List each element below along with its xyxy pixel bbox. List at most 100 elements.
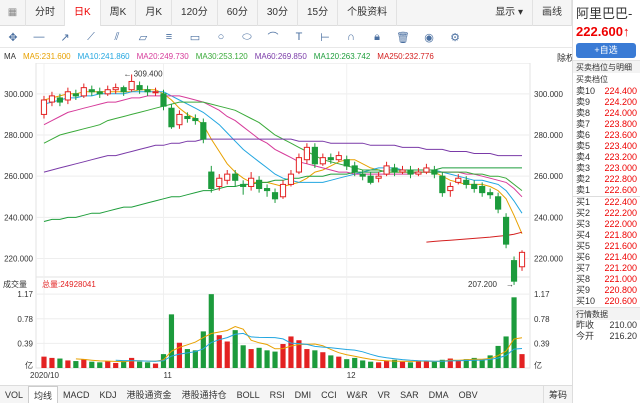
level-price: 224.200 bbox=[604, 97, 637, 107]
level-label: 买3 bbox=[576, 219, 591, 229]
quote-bids-row: 买1 222.400 bbox=[573, 197, 640, 208]
indicator-tab-9[interactable]: CCI bbox=[316, 386, 342, 403]
hide-icon[interactable]: ◉ bbox=[416, 31, 442, 44]
candle-body bbox=[96, 91, 103, 95]
candle-body bbox=[471, 183, 478, 190]
level-label: 买2 bbox=[576, 208, 591, 218]
level-price: 222.000 bbox=[604, 219, 637, 229]
volume-bar bbox=[208, 294, 214, 368]
volume-bar bbox=[232, 330, 238, 368]
volume-bar bbox=[360, 360, 366, 368]
candle-body bbox=[367, 175, 374, 183]
period-tab-bar: ▦ 分时 日K 周K 月K 120分 60分 30分 15分 个股资料 显示 ▾ 画线 bbox=[0, 0, 572, 26]
tab-stock-info[interactable]: 个股资料 bbox=[338, 0, 398, 26]
candle-body bbox=[399, 169, 406, 173]
volume-bar bbox=[376, 362, 382, 368]
tab-period-4[interactable]: 120分 bbox=[172, 0, 218, 26]
candle-body bbox=[327, 157, 334, 161]
move-icon[interactable]: ✥ bbox=[0, 31, 26, 44]
indicator-tab-0[interactable]: VOL bbox=[0, 386, 28, 403]
indicator-tab-7[interactable]: RSI bbox=[265, 386, 290, 403]
volume-bar bbox=[49, 357, 55, 368]
tab-spacer bbox=[397, 0, 486, 26]
candle-body bbox=[112, 87, 119, 91]
level-price: 221.600 bbox=[604, 241, 637, 251]
parallel-icon[interactable]: ⫽ bbox=[104, 31, 130, 44]
volume-bar bbox=[256, 347, 262, 368]
circle-icon[interactable]: ○ bbox=[208, 31, 234, 43]
indicator-tab-4[interactable]: 港股通资金 bbox=[122, 386, 177, 403]
quote-bids-row: 买6 221.400 bbox=[573, 252, 640, 263]
order-book-section-title[interactable]: 买卖档位与明细 bbox=[573, 60, 640, 73]
kline-chart[interactable]: 300.000 300.000 280.000 280.000 260.000 260.0… bbox=[0, 63, 572, 385]
market-data-title[interactable]: 行情数据 bbox=[573, 307, 640, 320]
tab-display[interactable]: 显示 ▾ bbox=[486, 0, 533, 26]
magnet-icon[interactable]: ∩ bbox=[338, 31, 364, 43]
add-watchlist-button[interactable]: +自选 bbox=[576, 43, 636, 58]
channel-icon[interactable]: ▱ bbox=[130, 31, 156, 44]
price-axis-label-left: 280.000 bbox=[4, 131, 33, 140]
volume-axis-label-right: 1.17 bbox=[534, 290, 550, 299]
tab-period-3[interactable]: 月K bbox=[136, 0, 173, 26]
candle-body bbox=[152, 91, 159, 94]
candle-body bbox=[80, 87, 87, 97]
stock-chart-app: ▦ 分时 日K 周K 月K 120分 60分 30分 15分 个股资料 显示 ▾ 画线 ✥ — ↗… bbox=[0, 0, 640, 403]
level-label: 卖1 bbox=[576, 185, 591, 195]
measure-icon[interactable]: ⊢ bbox=[312, 31, 338, 44]
ray-icon[interactable]: ↗ bbox=[52, 31, 78, 44]
grid-menu-icon[interactable]: ▦ bbox=[0, 0, 26, 26]
volume-bar bbox=[65, 360, 71, 368]
fib-icon[interactable]: ≡ bbox=[156, 31, 182, 43]
quote-bids-row: 买2 222.200 bbox=[573, 208, 640, 219]
indicator-tab-3[interactable]: KDJ bbox=[95, 386, 122, 403]
tab-draw-line[interactable]: 画线 bbox=[533, 0, 572, 26]
indicator-tab-1[interactable]: 均线 bbox=[28, 385, 59, 403]
quote-asks-row: 卖5 223.400 bbox=[573, 141, 640, 152]
level-price: 223.200 bbox=[604, 152, 637, 162]
tab-period-1[interactable]: 日K bbox=[65, 0, 101, 26]
ellipse-icon[interactable]: ⬭ bbox=[234, 31, 260, 44]
candle-body bbox=[407, 169, 414, 175]
indicator-tab-12[interactable]: SAR bbox=[395, 386, 424, 403]
candle-body bbox=[439, 175, 446, 194]
volume-axis-label-left: 0.39 bbox=[17, 339, 33, 348]
candle-body bbox=[311, 146, 318, 165]
volume-ma-line-10 bbox=[115, 332, 523, 362]
volume-bar bbox=[89, 361, 95, 368]
price-axis-label-right: 260.000 bbox=[534, 172, 563, 181]
delete-icon[interactable]: 🗑︎ bbox=[390, 31, 416, 44]
candle-body bbox=[463, 179, 470, 185]
line-icon[interactable]: — bbox=[26, 31, 52, 43]
indicator-tab-13[interactable]: DMA bbox=[424, 386, 454, 403]
candle-body bbox=[40, 99, 48, 115]
tab-period-5[interactable]: 60分 bbox=[218, 0, 258, 26]
volume-bar bbox=[113, 362, 119, 368]
indicator-tab-14[interactable]: OBV bbox=[454, 386, 483, 403]
chip-distribution-button[interactable]: 筹码 bbox=[542, 385, 572, 403]
trend-line-icon[interactable]: ⟋ bbox=[78, 31, 104, 44]
rect-icon[interactable]: ▭ bbox=[182, 31, 208, 44]
tab-period-2[interactable]: 周K bbox=[101, 0, 137, 26]
indicator-tab-5[interactable]: 港股通持仓 bbox=[177, 386, 232, 403]
lock-icon[interactable]: 🔒︎ bbox=[364, 31, 390, 44]
volume-legend-label: 成交量 bbox=[3, 279, 27, 289]
text-icon[interactable]: T bbox=[286, 31, 312, 43]
volume-bar bbox=[272, 351, 278, 368]
level-price: 221.000 bbox=[604, 274, 637, 284]
indicator-tab-8[interactable]: DMI bbox=[290, 386, 317, 403]
tab-period-7[interactable]: 15分 bbox=[298, 0, 339, 26]
settings-icon[interactable]: ⚙ bbox=[442, 31, 468, 44]
level-label: 卖7 bbox=[576, 119, 591, 129]
volume-bar bbox=[73, 361, 79, 368]
arc-icon[interactable]: ⌒ bbox=[260, 29, 286, 45]
indicator-tab-11[interactable]: VR bbox=[373, 386, 396, 403]
indicator-spacer bbox=[483, 386, 543, 403]
quote-asks-row: 卖1 222.600 bbox=[573, 185, 640, 196]
indicator-tab-10[interactable]: W&R bbox=[342, 386, 373, 403]
indicator-tab-2[interactable]: MACD bbox=[58, 386, 95, 403]
candle-body bbox=[160, 93, 167, 107]
tab-period-0[interactable]: 分时 bbox=[26, 0, 65, 26]
quote-bids-row: 买10 220.600 bbox=[573, 296, 640, 307]
indicator-tab-6[interactable]: BOLL bbox=[232, 386, 265, 403]
tab-period-6[interactable]: 30分 bbox=[258, 0, 298, 26]
